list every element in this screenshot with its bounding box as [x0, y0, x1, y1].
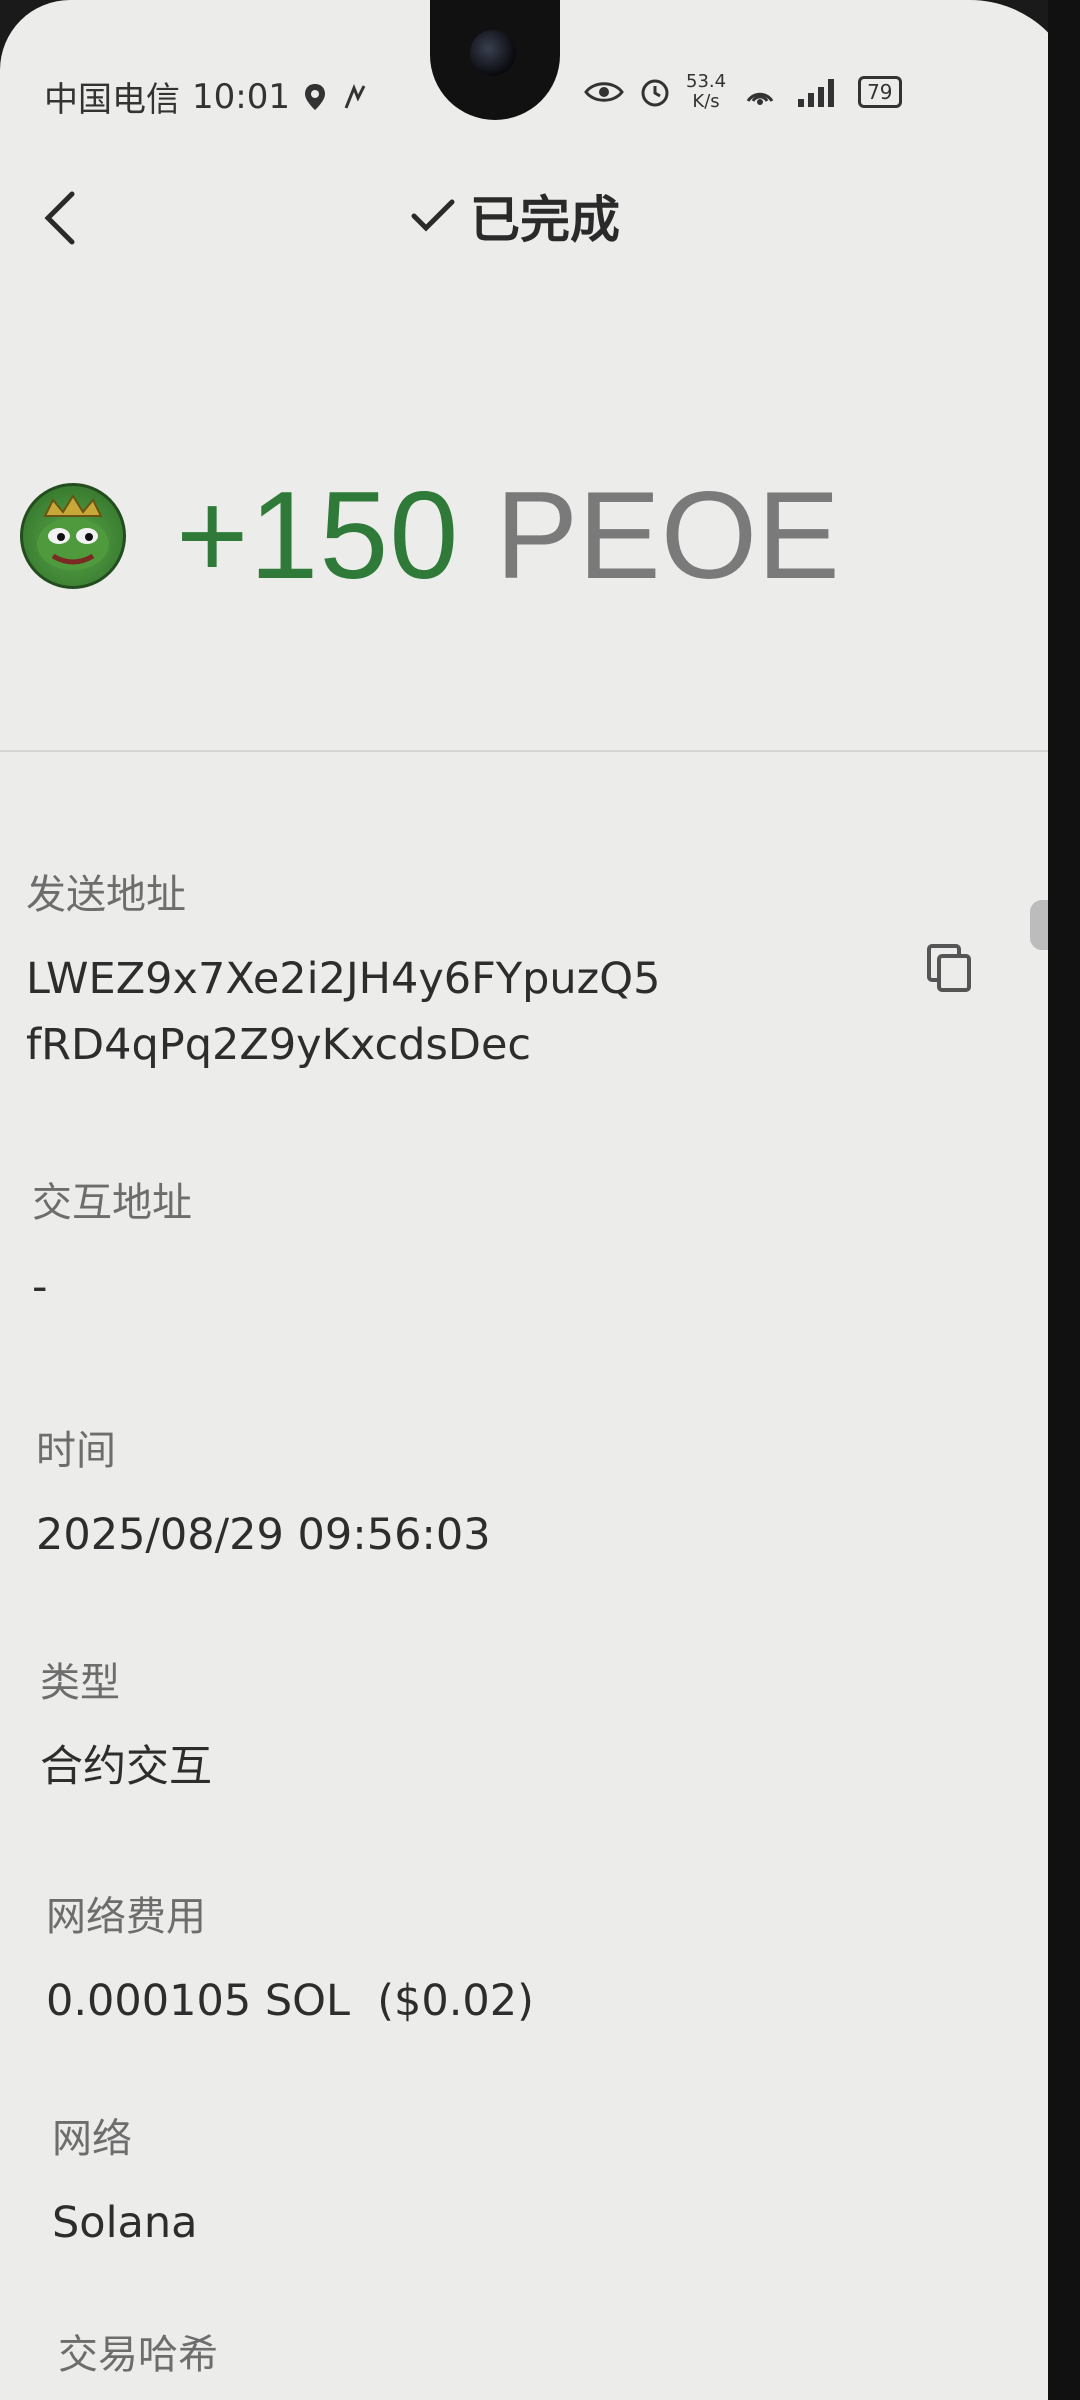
tx-hash-field: 交易哈希 [58, 2322, 958, 2400]
counterparty-address-field: 交互地址 - [32, 1170, 932, 1320]
time-field: 时间 2025/08/29 09:56:03 [36, 1418, 936, 1568]
amount-row: +150 PEOE [20, 465, 840, 607]
front-camera [470, 30, 516, 76]
copy-address-button[interactable] [925, 942, 973, 994]
phone-bezel [1048, 0, 1080, 2400]
net-speed: 53.4 K/s [686, 72, 726, 112]
sender-address-field: 发送地址 LWEZ9x7Xe2i2JH4y6FYpuzQ5 fRD4qPq2Z9… [26, 862, 926, 1078]
pepe-token-icon [20, 483, 126, 589]
hotspot-icon [746, 92, 774, 105]
check-icon [411, 199, 455, 232]
status-right: 53.4 K/s 79 [584, 72, 902, 112]
type-field: 类型 合约交互 [40, 1650, 940, 1800]
location-icon [304, 83, 325, 110]
status-left: 中国电信 10:01 [44, 72, 370, 121]
network-label: 网络 [52, 2116, 132, 2162]
network-fee-field: 网络费用 0.000105 SOL ($0.02) [46, 1884, 946, 2034]
sender-address-line1: LWEZ9x7Xe2i2JH4y6FYpuzQ5 [26, 954, 661, 1004]
net-speed-unit: K/s [692, 91, 720, 112]
token-symbol: PEOE [495, 467, 840, 605]
network-value: Solana [52, 2198, 198, 2248]
type-value: 合约交互 [40, 1742, 212, 1792]
page-header: 已完成 [0, 170, 1080, 260]
alarm-icon [641, 79, 669, 107]
clock: 10:01 [192, 76, 290, 117]
sender-address-label: 发送地址 [26, 872, 186, 918]
type-label: 类型 [40, 1660, 120, 1706]
copy-icon [927, 944, 971, 992]
nfc-icon [344, 83, 366, 109]
divider [0, 750, 1050, 752]
net-speed-value: 53.4 [686, 71, 727, 92]
page-title: 已完成 [410, 180, 620, 252]
page-title-text: 已完成 [470, 191, 620, 249]
counterparty-address-value: - [32, 1262, 48, 1312]
phone-screen: 中国电信 10:01 53.4 K/s 79 已完成 +150 PEOE 发送地… [0, 0, 1080, 2400]
transaction-amount: +150 [176, 467, 460, 605]
network-field: 网络 Solana [52, 2106, 952, 2256]
sender-address-line2: fRD4qPq2Z9yKxcdsDec [26, 1020, 532, 1070]
carrier-label: 中国电信 [44, 80, 180, 120]
battery-indicator: 79 [858, 76, 902, 108]
time-label: 时间 [36, 1428, 116, 1474]
eye-icon [584, 82, 624, 102]
back-button[interactable] [36, 188, 86, 248]
pepe-face-icon [37, 494, 109, 570]
counterparty-address-label: 交互地址 [32, 1180, 192, 1226]
time-value: 2025/08/29 09:56:03 [36, 1510, 491, 1560]
chevron-left-icon [44, 191, 75, 245]
network-fee-label: 网络费用 [46, 1894, 206, 1940]
network-fee-value: 0.000105 SOL ($0.02) [46, 1976, 534, 2026]
tx-hash-label: 交易哈希 [58, 2332, 218, 2378]
signal-icon [798, 79, 835, 107]
